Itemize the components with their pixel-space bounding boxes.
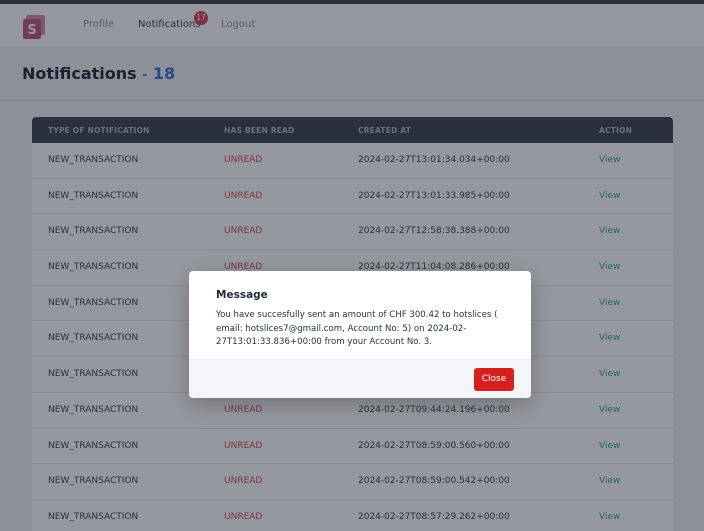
modal-backdrop[interactable] <box>0 4 704 531</box>
message-dialog: Message You have succesfully sent an amo… <box>189 271 531 398</box>
close-button[interactable]: Close <box>474 368 514 391</box>
dialog-footer: Close <box>189 359 531 398</box>
dialog-message: You have succesfully sent an amount of C… <box>216 310 498 347</box>
dialog-title: Message <box>216 289 268 301</box>
